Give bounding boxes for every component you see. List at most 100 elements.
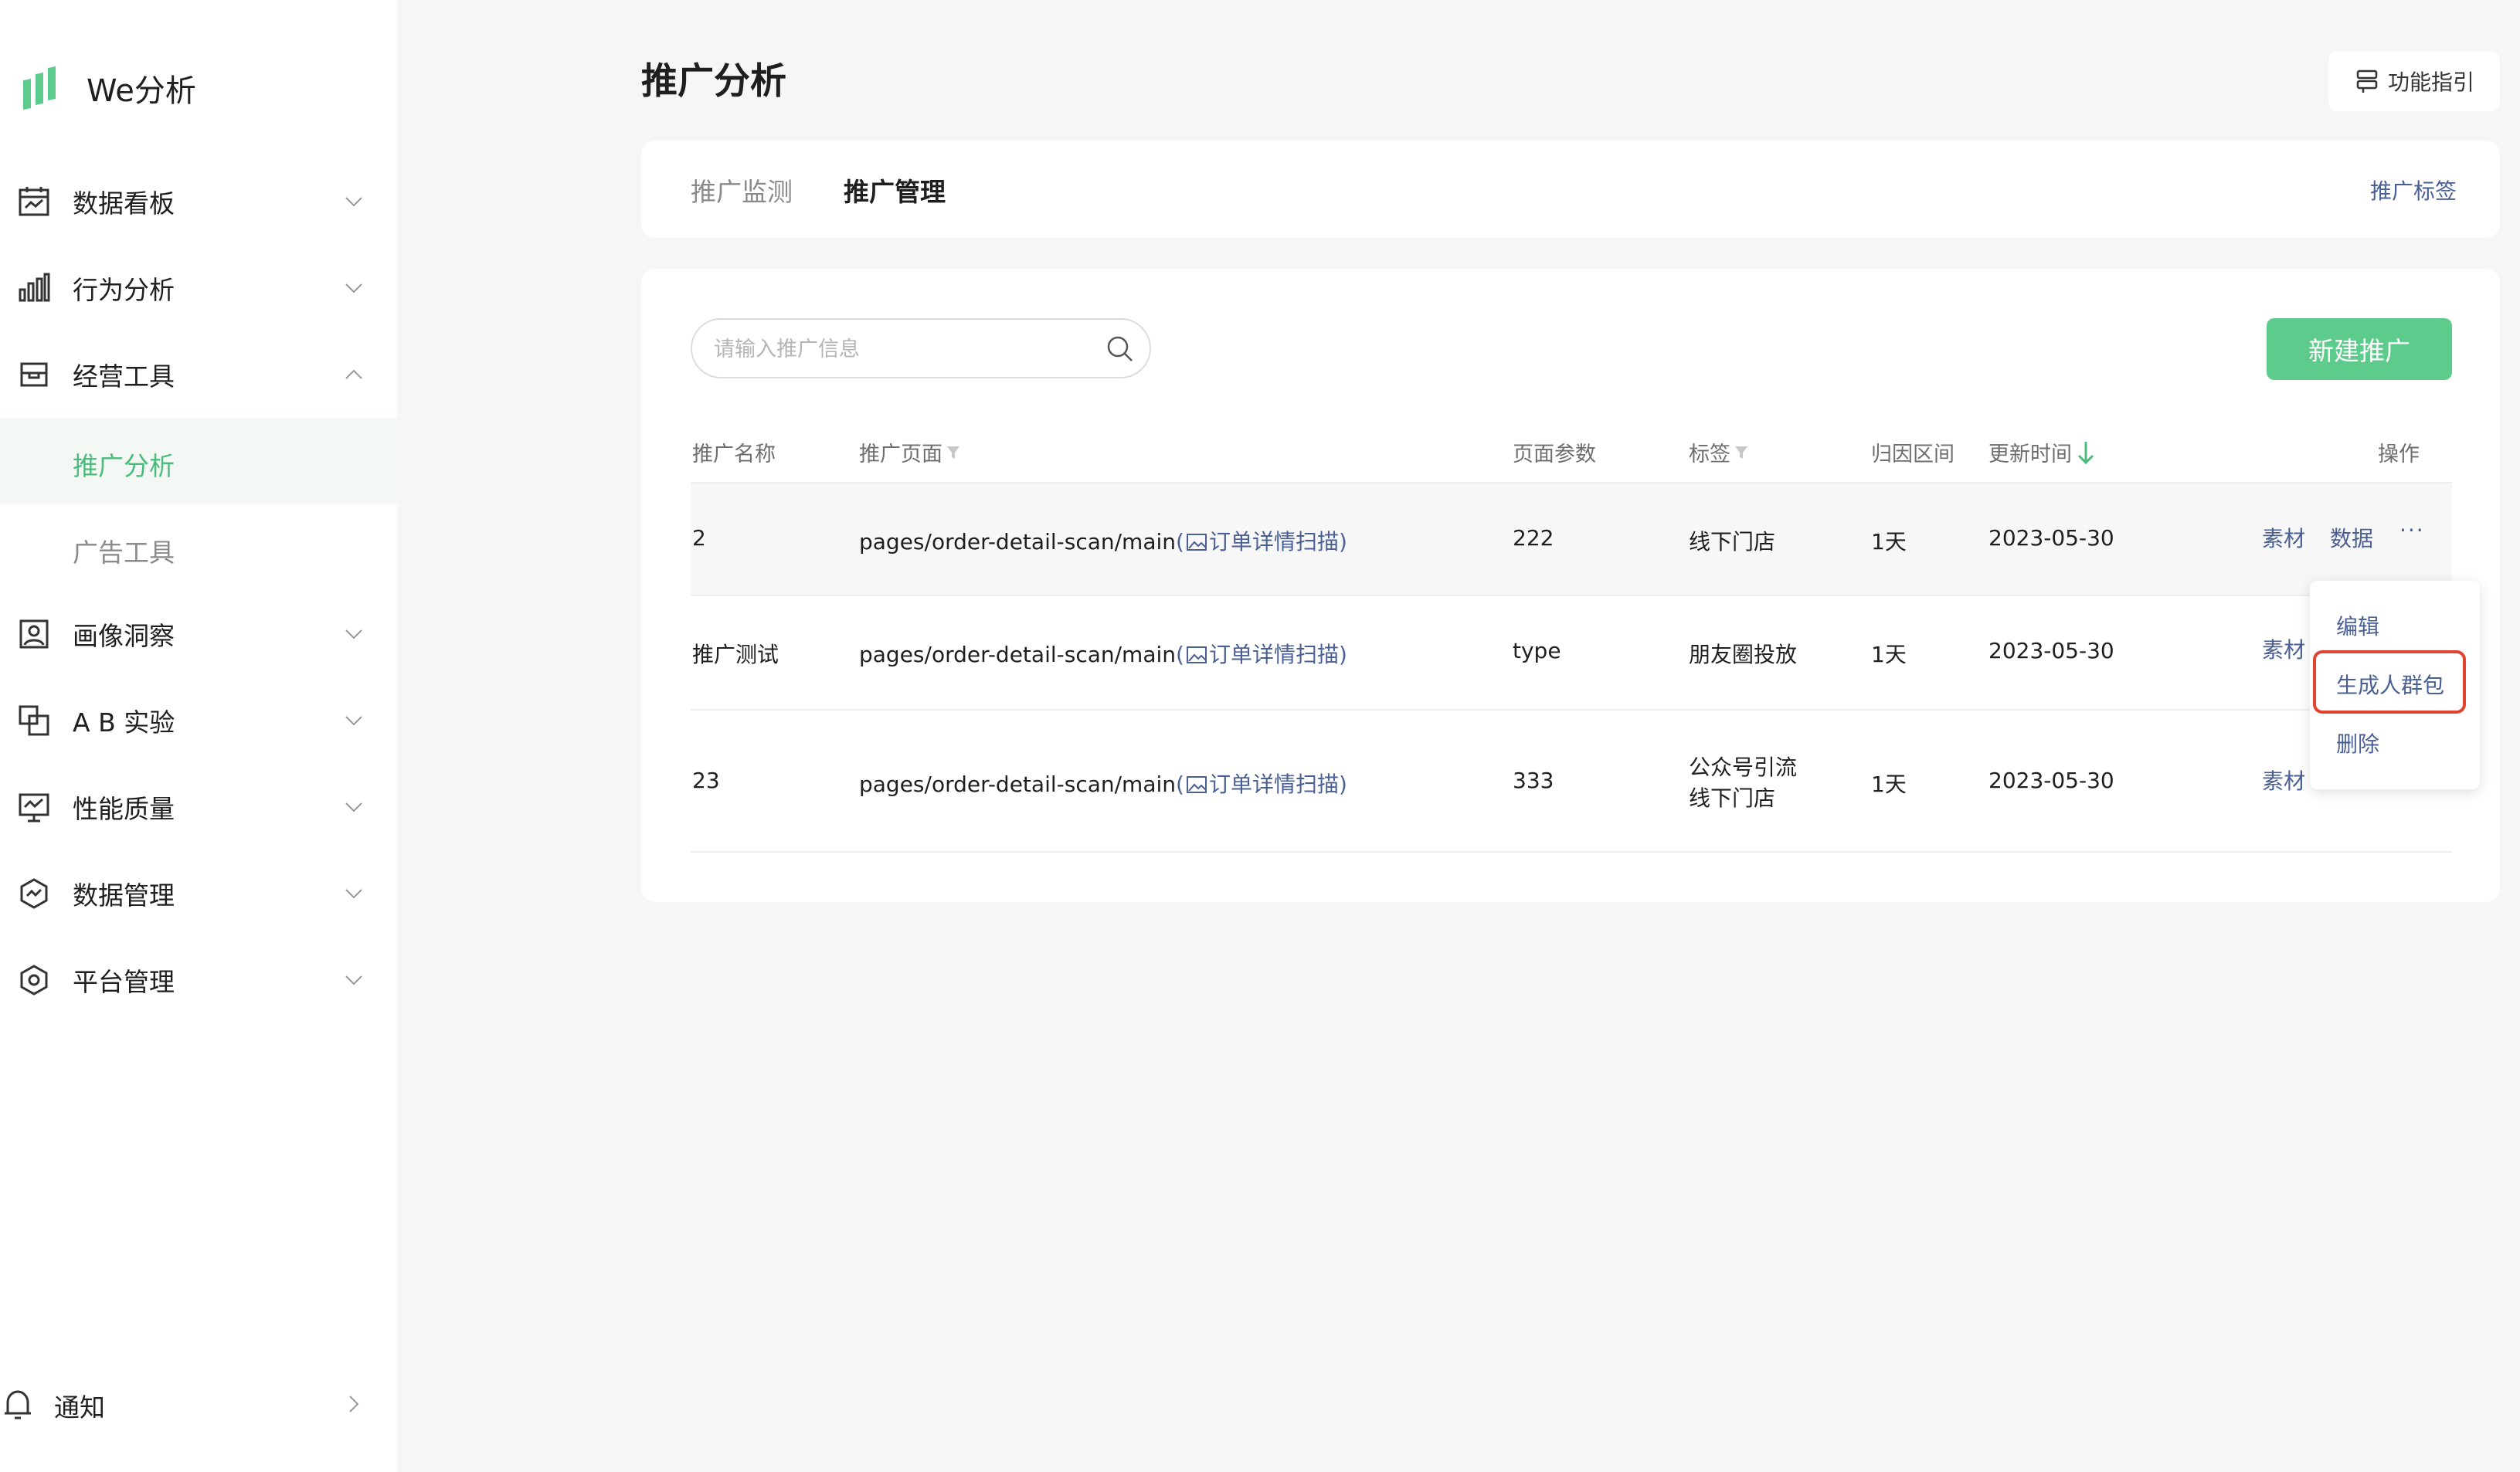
column-header-label: 更新时间 [1988, 443, 2072, 466]
column-header-label: 推广页面 [859, 443, 942, 466]
data-manage-icon [17, 877, 51, 911]
chevron-down-icon [343, 883, 365, 904]
material-link[interactable]: 素材 [2262, 522, 2305, 553]
cell-tag: 线下门店 [1689, 785, 1776, 811]
page-alias-link[interactable]: (订单详情扫描) [1176, 642, 1347, 667]
page-title: 推广分析 [641, 60, 786, 103]
cell-tag: 公众号引流 [1689, 755, 1798, 780]
sidebar-subitem-label: 推广分析 [73, 451, 175, 481]
tab-promotion-manage[interactable]: 推广管理 [844, 171, 946, 209]
chevron-right-icon [343, 1393, 365, 1415]
page-alias-link[interactable]: (订单详情扫描) [1176, 529, 1347, 555]
sidebar-item-ab-test[interactable]: A B 实验 [0, 677, 397, 764]
more-actions-button[interactable]: ··· [2399, 517, 2425, 543]
table-row[interactable]: 23 pages/order-detail-scan/main(订单详情扫描) … [691, 711, 2452, 853]
menu-item-delete[interactable]: 删除 [2336, 728, 2379, 758]
menu-item-generate-audience[interactable]: 生成人群包 [2336, 669, 2444, 700]
image-icon [1186, 534, 1207, 551]
column-header-page[interactable]: 推广页面 [859, 437, 961, 467]
page-path: pages/order-detail-scan/main [859, 642, 1177, 667]
column-header-label: 归因区间 [1871, 443, 1955, 466]
sidebar-item-label: A B 实验 [73, 707, 175, 738]
cell-interval: 1天 [1871, 772, 1907, 797]
search-input[interactable] [712, 334, 1086, 365]
cell-name: 2 [692, 525, 706, 551]
sidebar-item-portrait[interactable]: 画像洞察 [0, 591, 397, 677]
cell-interval: 1天 [1871, 642, 1907, 667]
column-header-label: 页面参数 [1513, 443, 1596, 466]
logo-icon [23, 66, 56, 110]
cell-updated: 2023-05-30 [1988, 638, 2114, 663]
monitor-icon [17, 790, 51, 824]
filter-icon[interactable] [946, 444, 961, 461]
sidebar-item-business-tools[interactable]: 经营工具 [0, 331, 397, 418]
chevron-down-icon [343, 796, 365, 818]
ab-test-icon [17, 704, 51, 738]
sidebar-item-label: 经营工具 [73, 361, 175, 392]
cell-page: pages/order-detail-scan/main(订单详情扫描) [859, 525, 1347, 556]
column-header-name: 推广名称 [692, 437, 776, 467]
bell-icon [2, 1387, 34, 1421]
sort-desc-icon[interactable] [2075, 439, 2097, 466]
material-link[interactable]: 素材 [2262, 765, 2305, 795]
cell-updated: 2023-05-30 [1988, 525, 2114, 551]
promotion-list-card: 新建推广 推广名称 推广页面 页面参数 标签 归因区间 更新时间 操作 2 pa… [641, 269, 2500, 902]
column-header-tags[interactable]: 标签 [1689, 437, 1749, 467]
sidebar-subitem-promotion-analysis[interactable]: 推广分析 [0, 418, 397, 504]
table-row[interactable]: 2 pages/order-detail-scan/main(订单详情扫描) 2… [691, 483, 2452, 596]
store-icon [17, 358, 51, 392]
chevron-down-icon [343, 969, 365, 991]
material-link[interactable]: 素材 [2262, 633, 2305, 664]
divider [691, 851, 2452, 853]
column-header-updated[interactable]: 更新时间 [1988, 437, 2097, 467]
column-header-label: 推广名称 [692, 443, 776, 466]
cell-interval: 1天 [1871, 529, 1907, 555]
cell-name: 推广测试 [692, 642, 779, 667]
cell-param: type [1513, 638, 1561, 663]
column-header-label: 操作 [2378, 443, 2420, 466]
sidebar-item-platform-manage[interactable]: 平台管理 [0, 937, 397, 1023]
app-name: We分析 [87, 73, 196, 109]
more-actions-dropdown: 编辑 生成人群包 删除 [2310, 581, 2480, 789]
sidebar-item-label: 数据管理 [73, 880, 175, 911]
tab-promotion-monitor[interactable]: 推广监测 [691, 171, 793, 209]
sidebar: We分析 数据看板 行为分析 经营工具 推广分析 广告工具 画像洞察 A B 实… [0, 0, 397, 1472]
sidebar-item-label: 数据看板 [73, 188, 175, 219]
promotion-tags-link[interactable]: 推广标签 [2370, 175, 2457, 205]
cell-tag: 线下门店 [1689, 529, 1776, 555]
chevron-up-icon [343, 364, 365, 385]
sidebar-item-dashboard[interactable]: 数据看板 [0, 158, 397, 245]
sidebar-item-behavior[interactable]: 行为分析 [0, 245, 397, 331]
cell-tag: 朋友圈投放 [1689, 642, 1798, 667]
new-promotion-button[interactable]: 新建推广 [2267, 318, 2452, 380]
sidebar-item-label: 平台管理 [73, 967, 175, 997]
chevron-down-icon [343, 191, 365, 212]
column-header-param: 页面参数 [1513, 437, 1596, 467]
sidebar-item-data-manage[interactable]: 数据管理 [0, 850, 397, 937]
cell-page: pages/order-detail-scan/main(订单详情扫描) [859, 638, 1347, 669]
app-logo[interactable]: We分析 [20, 63, 196, 113]
sidebar-item-notify[interactable]: 通知 [0, 1361, 397, 1447]
data-link[interactable]: 数据 [2330, 522, 2373, 553]
sidebar-subitem-ad-tools[interactable]: 广告工具 [0, 504, 397, 591]
search-icon[interactable] [1105, 334, 1136, 365]
table-row[interactable]: 推广测试 pages/order-detail-scan/main(订单详情扫描… [691, 596, 2452, 711]
sidebar-item-performance[interactable]: 性能质量 [0, 764, 397, 850]
menu-item-edit[interactable]: 编辑 [2336, 610, 2379, 641]
filter-icon[interactable] [1734, 444, 1749, 461]
column-header-actions: 操作 [2378, 437, 2420, 467]
settings-hex-icon [17, 963, 51, 997]
sidebar-item-label: 画像洞察 [73, 621, 175, 651]
image-icon [1186, 776, 1207, 793]
search-box[interactable] [691, 318, 1151, 378]
image-icon [1186, 646, 1207, 663]
chevron-down-icon [343, 710, 365, 731]
dashboard-icon [17, 185, 51, 219]
guide-button-label: 功能指引 [2387, 70, 2474, 95]
guide-button[interactable]: 功能指引 [2328, 51, 2500, 111]
page-alias-link[interactable]: (订单详情扫描) [1176, 772, 1347, 797]
page-path: pages/order-detail-scan/main [859, 772, 1177, 797]
notify-label: 通知 [54, 1392, 105, 1423]
portrait-icon [17, 617, 51, 651]
cell-name: 23 [692, 768, 720, 793]
